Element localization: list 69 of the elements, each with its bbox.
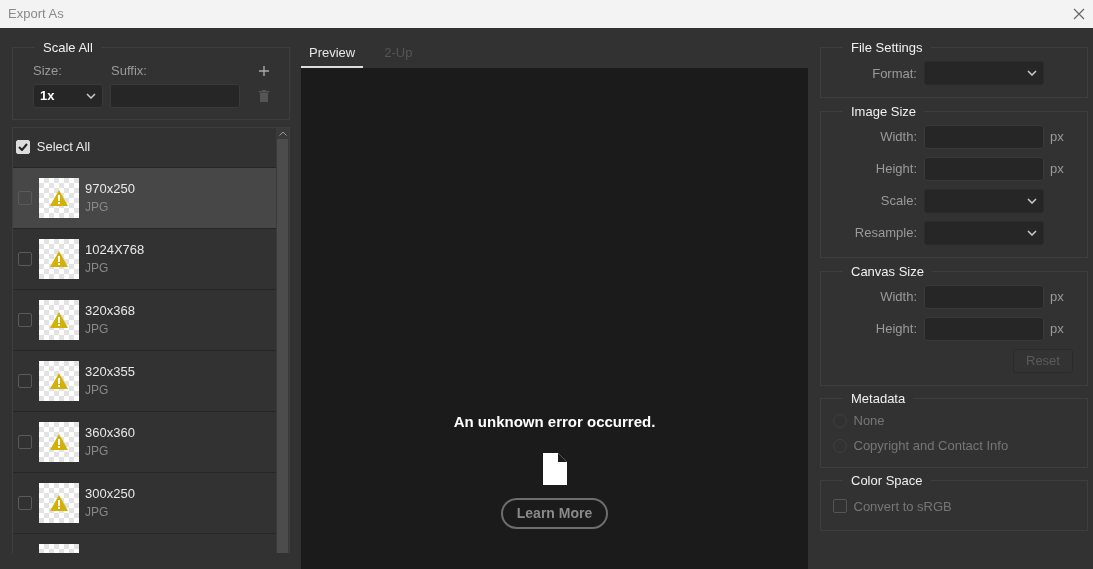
chevron-down-icon: [86, 92, 96, 99]
group-title: Image Size: [850, 104, 918, 118]
field-label: Format:: [871, 64, 917, 83]
unit-label: px: [1050, 288, 1064, 306]
learn-more-button[interactable]: Learn More: [500, 497, 609, 529]
unit-label: px: [1050, 160, 1064, 179]
window-title: Export As: [8, 5, 64, 24]
dropdown[interactable]: [923, 61, 1044, 86]
group-title: File Settings: [850, 41, 924, 54]
field-label: Size:: [33, 61, 63, 80]
checkbox-label: Select All: [36, 138, 91, 157]
asset-row[interactable]: 300x250 JPG: [13, 472, 276, 534]
checkbox[interactable]: [18, 495, 32, 510]
item-format: JPG: [85, 443, 110, 461]
group-title: Metadata: [850, 392, 907, 406]
warning-icon: [49, 189, 68, 206]
warning-icon: [49, 311, 68, 328]
field-label: Scale:: [879, 192, 917, 211]
warning-icon: [49, 372, 68, 389]
field-label: Width:: [879, 288, 917, 306]
field-label: Width:: [879, 128, 917, 147]
item-name: 970x250: [85, 179, 135, 198]
item-name: 320x368: [85, 301, 135, 320]
field-label: Resample:: [853, 224, 917, 243]
checkbox[interactable]: [18, 251, 32, 266]
item-format: JPG: [85, 260, 110, 278]
field-label: Height:: [874, 320, 917, 338]
chevron-down-icon: [1026, 198, 1037, 204]
field-label: Height:: [874, 160, 917, 179]
asset-row[interactable]: 320x368 JPG: [13, 289, 276, 351]
field-label: Suffix:: [111, 61, 148, 80]
checkbox[interactable]: [18, 312, 32, 327]
chevron-down-icon: [1026, 70, 1037, 77]
item-format: JPG: [85, 504, 110, 522]
asset-row[interactable]: 360x360 JPG: [13, 411, 276, 473]
checkbox[interactable]: [18, 434, 32, 449]
checkbox-label: Convert to sRGB: [853, 497, 952, 516]
item-format: JPG: [85, 321, 110, 339]
radio-label: None: [853, 412, 885, 431]
group-title: Color Space: [850, 474, 924, 487]
close-icon[interactable]: [1073, 8, 1085, 20]
radio-label: Copyright and Contact Info: [853, 437, 1009, 456]
unit-label: px: [1050, 320, 1064, 338]
trash-icon[interactable]: [259, 89, 269, 102]
dropdown[interactable]: [923, 189, 1044, 213]
asset-row[interactable]: 320x355 JPG: [13, 350, 276, 412]
asset-row[interactable]: 1024X768 JPG: [13, 228, 276, 290]
item-format: JPG: [85, 199, 110, 217]
item-name: 360x360: [85, 423, 135, 442]
unit-label: px: [1050, 128, 1064, 147]
asset-row[interactable]: 970x250 JPG: [13, 167, 276, 229]
scroll-up-icon[interactable]: [278, 130, 287, 136]
item-format: JPG: [85, 382, 110, 400]
chevron-down-icon: [1026, 230, 1037, 236]
item-name: 1024X768: [85, 240, 145, 259]
group-title: Scale All: [42, 41, 94, 54]
scrollbar[interactable]: [276, 127, 289, 553]
error-message: An unknown error occurred.: [453, 411, 656, 432]
document-icon: [542, 452, 567, 485]
warning-icon: [49, 494, 68, 511]
dropdown[interactable]: [923, 221, 1044, 245]
item-name: 300x250: [85, 484, 135, 503]
group-title: Canvas Size: [850, 264, 925, 278]
size-dropdown[interactable]: 1x: [33, 83, 103, 108]
add-icon[interactable]: [259, 65, 269, 76]
warning-icon: [49, 433, 68, 450]
checkbox[interactable]: [18, 373, 32, 388]
item-name: 320x355: [85, 362, 135, 381]
warning-icon: [49, 250, 68, 267]
